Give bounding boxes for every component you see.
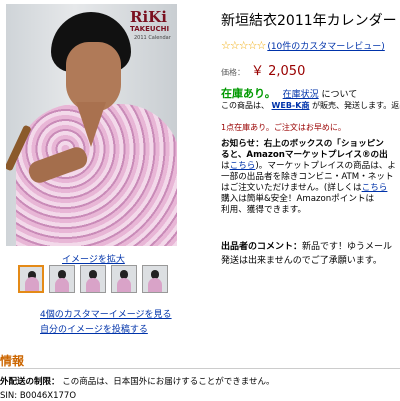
seller-comment: 出品者のコメント：新品です！ゆうメール 発送は出来ませんのでご了承願います。: [221, 240, 392, 268]
divider: [0, 368, 400, 369]
notice-line-5: はご注文いただけません。(詳しくは: [221, 183, 362, 193]
thumbnail-2[interactable]: [49, 265, 75, 293]
stock-status-suffix: について: [321, 90, 358, 100]
post-image-link[interactable]: 自分のイメージを投稿する: [40, 322, 148, 335]
seller-prefix: この商品は、: [221, 101, 269, 110]
seller-comment-label: 出品者のコメント：: [221, 242, 303, 252]
thumbnail-strip: [18, 265, 168, 293]
notice-line-2: ると、Amazonマーケットプレイス®の出: [221, 150, 388, 160]
seller-suffix: が販売、発送します。返品: [312, 101, 400, 110]
seller-comment-line-2: 発送は出来ませんのでご了承願います。: [221, 256, 382, 266]
seller-link[interactable]: WEB-K商: [272, 101, 310, 110]
thumbnail-3[interactable]: [80, 265, 106, 293]
section-heading: 情報: [0, 354, 25, 368]
shipping-restriction: 外配送の制限： この商品は、日本国外にお届けすることができません。: [0, 375, 274, 387]
thumbnail-1[interactable]: [18, 265, 44, 293]
rating-row: ☆☆☆☆☆ (10件のカスタマーレビュー): [221, 39, 385, 52]
notice-line-7: 利用、獲得できます。: [221, 205, 307, 215]
customer-images-link[interactable]: 4個のカスタマーイメージを見る: [40, 307, 172, 320]
calendar-logo: RiKi: [130, 8, 167, 26]
star-rating-icon[interactable]: ☆☆☆☆☆: [221, 39, 266, 52]
restriction-text: この商品は、日本国外にお届けすることができません。: [62, 377, 275, 387]
calendar-logo-sub: TAKEUCHI: [130, 25, 170, 33]
seller-row: この商品は、 WEB-K商 が販売、発送します。返品: [221, 100, 400, 111]
seller-comment-line-1: 新品です！ゆうメール: [302, 242, 393, 252]
thumbnail-5[interactable]: [142, 265, 168, 293]
notice-link-2[interactable]: こちら: [362, 183, 388, 193]
notice-line-3: )。マーケットプレイスの商品は、よ: [255, 161, 397, 171]
price-value: ￥ 2,050: [251, 64, 306, 79]
low-stock-warning: 1点在庫あり。ご注文はお早めに。: [221, 123, 346, 132]
notice-line-4: 一部の出品者を除きコンビニ・ATM・ネット: [221, 172, 394, 182]
notice-line-6: 購入は簡単&安全！Amazonポイントは: [221, 194, 375, 204]
product-main-image[interactable]: RiKi TAKEUCHI 2011 Calendar: [6, 4, 177, 246]
in-stock-status: 在庫あり。: [221, 87, 276, 100]
product-title: 新垣結衣2011年カレンダー: [221, 13, 397, 29]
marketplace-notice: お知らせ：右上のボックスの「ショッピン ると、Amazonマーケットプレイス®の…: [221, 139, 400, 216]
calendar-logo-small: 2011 Calendar: [134, 35, 171, 41]
thumbnail-4[interactable]: [111, 265, 137, 293]
stock-status-link[interactable]: 在庫状況: [283, 90, 319, 100]
price-label: 価格：: [221, 68, 245, 77]
review-count-link[interactable]: (10件のカスタマーレビュー): [267, 39, 384, 52]
notice-line-1: お知らせ：右上のボックスの「ショッピン: [221, 139, 384, 149]
price-row: 価格： ￥ 2,050: [221, 60, 305, 79]
restriction-label: 外配送の制限：: [0, 377, 60, 387]
enlarge-image-link[interactable]: イメージを拡大: [62, 252, 125, 265]
stock-row: 在庫あり。 在庫状況 について: [221, 85, 357, 101]
notice-link-1[interactable]: こちら: [230, 161, 256, 171]
